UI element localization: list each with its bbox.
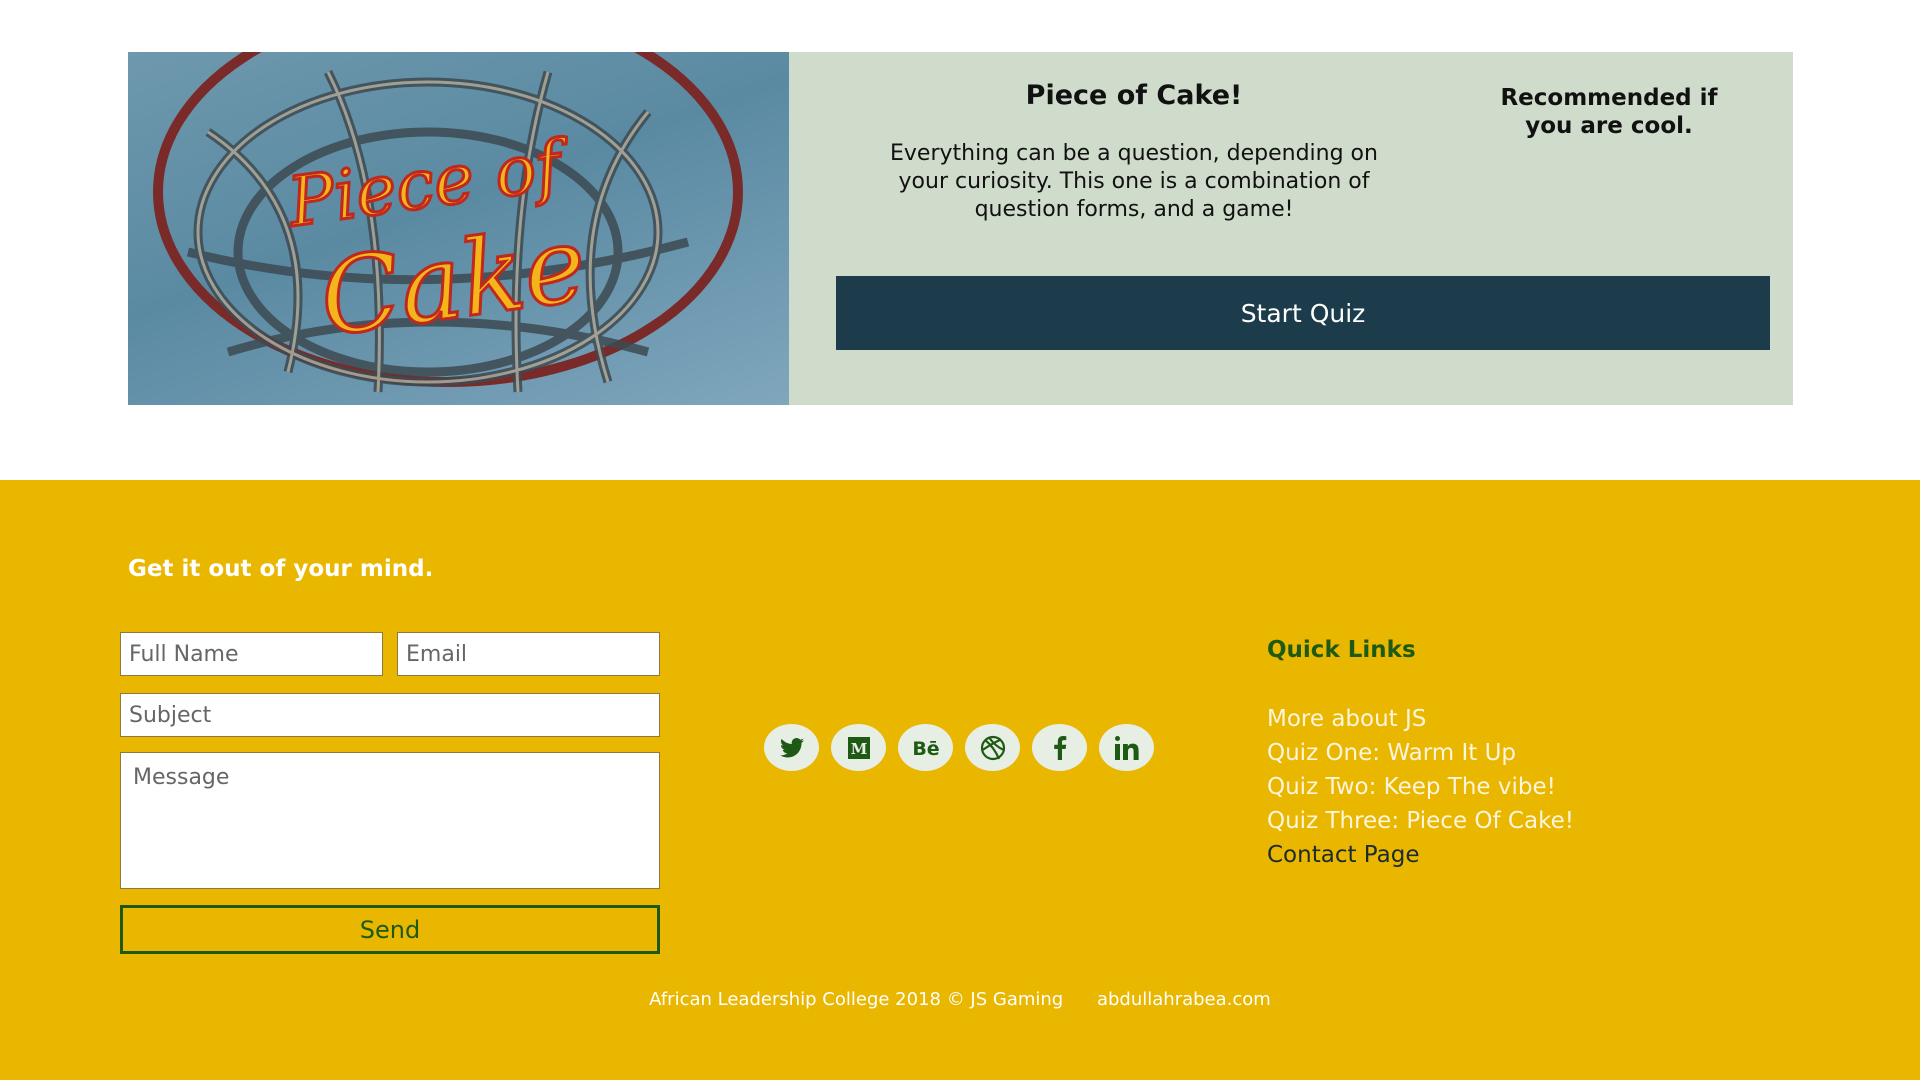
copyright-text: African Leadership College 2018 © JS Gam…	[649, 989, 1064, 1010]
quiz-info: Piece of Cake! Everything can be a quest…	[789, 52, 1793, 405]
social-links: M Bē	[764, 724, 1154, 771]
message-field[interactable]	[120, 752, 660, 889]
quick-link-more-about-js[interactable]: More about JS	[1267, 702, 1574, 736]
email-field[interactable]	[397, 632, 660, 676]
linkedin-link[interactable]	[1099, 724, 1154, 771]
send-button[interactable]: Send	[120, 905, 660, 954]
copyright-bar: African Leadership College 2018 © JS Gam…	[0, 989, 1920, 1010]
quiz-recommendation: Recommended if you are cool.	[1500, 85, 1718, 139]
facebook-icon	[1053, 735, 1066, 760]
quick-link-quiz-three[interactable]: Quiz Three: Piece Of Cake!	[1267, 804, 1574, 838]
quiz-card: Piece of Cake Piece of Cake! Everything …	[128, 52, 1793, 405]
dribbble-icon	[980, 735, 1005, 760]
quick-links-list: More about JS Quiz One: Warm It Up Quiz …	[1267, 702, 1574, 872]
footer: Get it out of your mind. Send M Bē Quick…	[0, 480, 1920, 1080]
twitter-icon	[779, 737, 804, 757]
quiz-title: Piece of Cake!	[1025, 80, 1243, 111]
medium-link[interactable]: M	[831, 724, 886, 771]
svg-text:Bē: Bē	[912, 738, 939, 759]
start-quiz-button[interactable]: Start Quiz	[836, 276, 1770, 350]
subject-field[interactable]	[120, 693, 660, 737]
footer-heading: Get it out of your mind.	[128, 556, 434, 582]
quiz-cover-image: Piece of Cake	[128, 52, 789, 405]
twitter-link[interactable]	[764, 724, 819, 771]
svg-text:M: M	[850, 740, 867, 758]
behance-link[interactable]: Bē	[898, 724, 953, 771]
quick-links-title: Quick Links	[1267, 637, 1416, 663]
quick-link-quiz-two[interactable]: Quiz Two: Keep The vibe!	[1267, 770, 1574, 804]
quick-link-quiz-one[interactable]: Quiz One: Warm It Up	[1267, 736, 1574, 770]
medium-icon: M	[847, 736, 870, 759]
facebook-link[interactable]	[1032, 724, 1087, 771]
linkedin-icon	[1114, 735, 1139, 760]
dribbble-link[interactable]	[965, 724, 1020, 771]
site-link[interactable]: abdullahrabea.com	[1097, 989, 1271, 1010]
full-name-field[interactable]	[120, 632, 383, 676]
behance-icon: Bē	[912, 738, 939, 759]
quiz-description: Everything can be a question, depending …	[890, 141, 1378, 222]
quick-link-contact[interactable]: Contact Page	[1267, 838, 1574, 872]
